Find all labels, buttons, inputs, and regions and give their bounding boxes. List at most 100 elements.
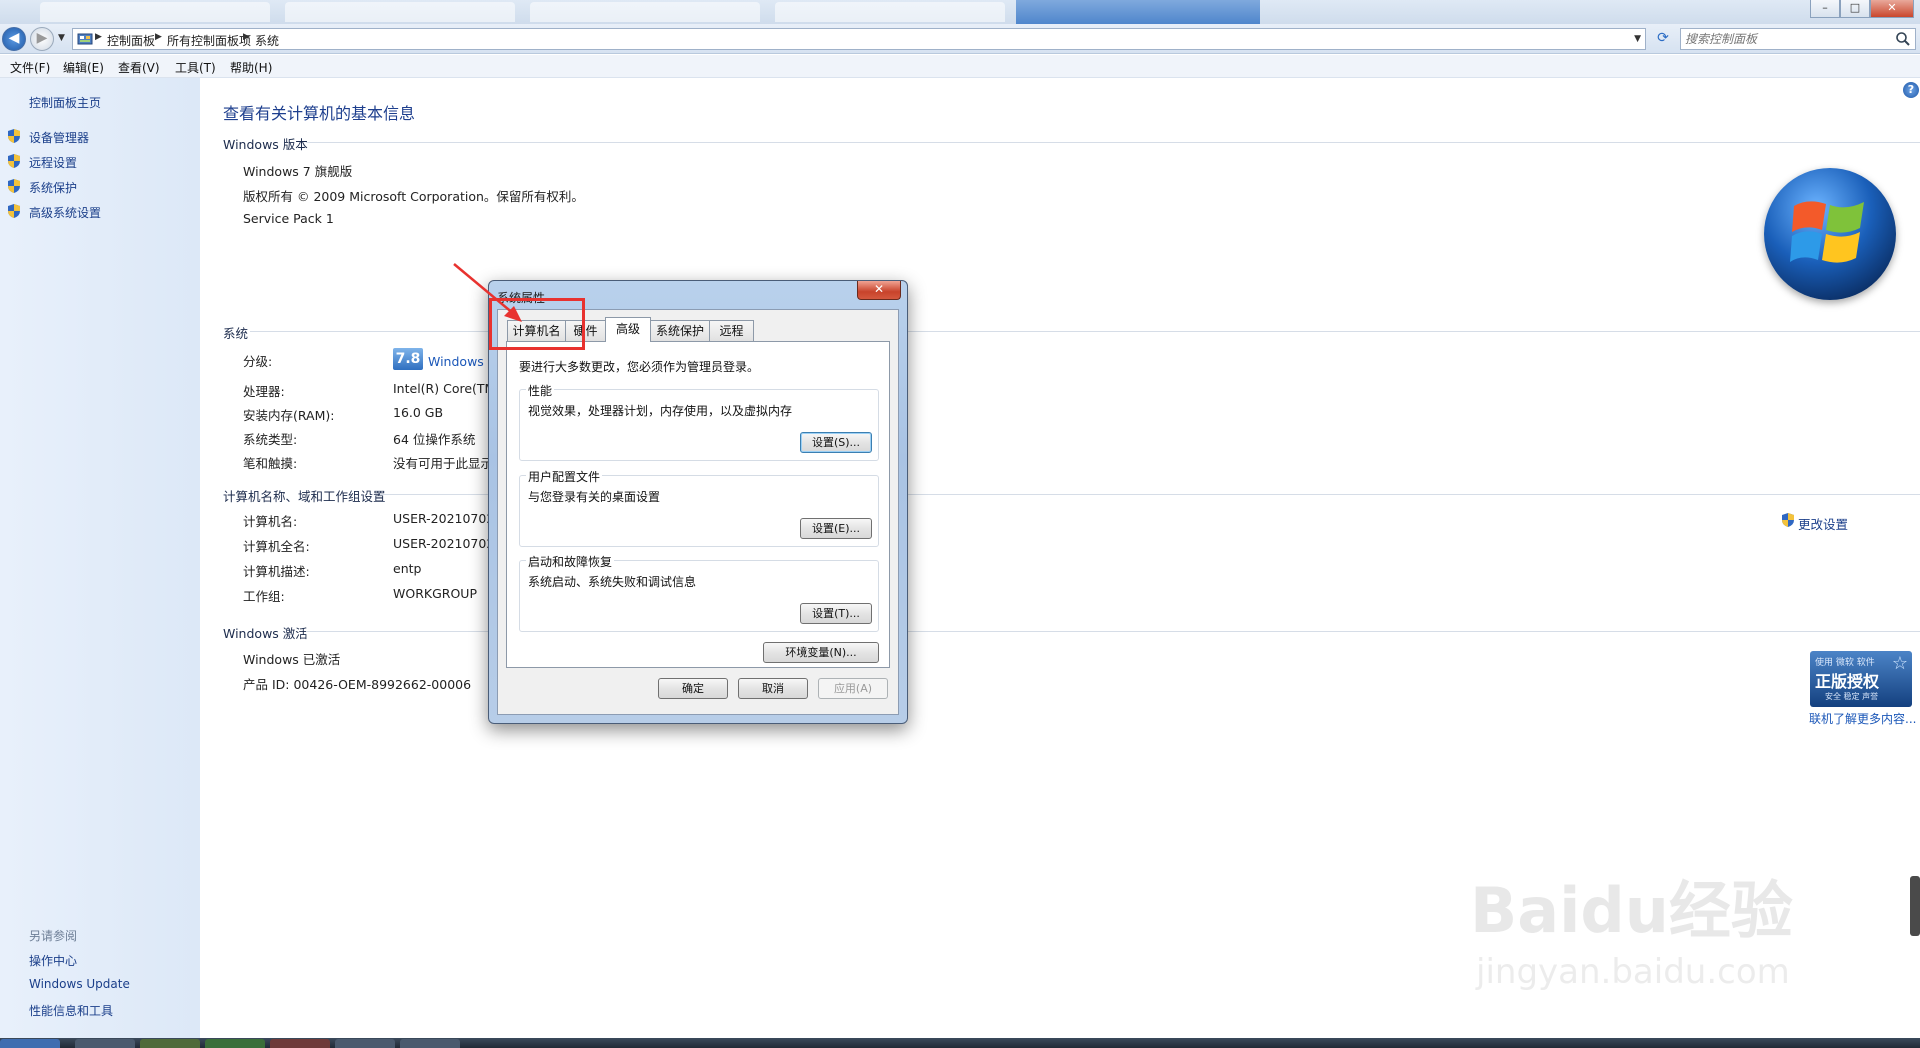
back-button[interactable]: ◀ (2, 27, 26, 51)
group-description: 系统启动、系统失败和调试信息 (528, 575, 697, 589)
menu-edit[interactable]: 编辑(E) (63, 59, 104, 76)
help-icon[interactable]: ? (1903, 82, 1919, 98)
cancel-button[interactable]: 取消 (738, 678, 808, 699)
full-name-value: USER-20210702I (393, 536, 498, 551)
address-dropdown-icon[interactable]: ▼ (1634, 34, 1641, 44)
performance-settings-button[interactable]: 设置(S)... (800, 432, 872, 453)
background-tab[interactable] (775, 2, 1005, 22)
tab-system-protection[interactable]: 系统保护 (650, 320, 710, 341)
pen-touch-label: 笔和触摸: (243, 456, 298, 471)
learn-more-link[interactable]: 联机了解更多内容... (1809, 710, 1916, 727)
start-button[interactable] (0, 1039, 60, 1048)
group-description: 与您登录有关的桌面设置 (528, 490, 661, 504)
computer-name-value: USER-20210702I (393, 511, 498, 526)
star-icon: ☆ (1891, 653, 1908, 674)
activation-status: Windows 已激活 (243, 652, 341, 667)
taskbar-item[interactable] (140, 1039, 200, 1048)
genuine-badge-sub: 安全 稳定 声誉 (1825, 692, 1879, 701)
apply-button[interactable]: 应用(A) (818, 678, 888, 699)
background-tab[interactable] (40, 2, 270, 22)
address-bar: ◀ ▶ ▼ ▶ 控制面板 ▶ 所有控制面板项 ▶ 系统 ▼ ⟳ (0, 24, 1920, 54)
chevron-right-icon[interactable]: ▶ (155, 32, 162, 42)
arrow-left-icon: ◀ (8, 30, 20, 46)
startup-recovery-settings-button[interactable]: 设置(T)... (800, 603, 872, 624)
taskbar-item[interactable] (205, 1039, 265, 1048)
forward-button[interactable]: ▶ (30, 27, 54, 51)
divider (306, 142, 1920, 143)
ok-button[interactable]: 确定 (658, 678, 728, 699)
left-navigation-pane: 控制面板主页 设备管理器 远程设置 系统保护 高级系统设置 另请参阅 操作中心 … (0, 78, 200, 1038)
sidebar-item-device-manager[interactable]: 设备管理器 (29, 129, 89, 146)
experience-index-badge[interactable]: 7.8 (393, 348, 423, 370)
refresh-button[interactable]: ⟳ (1652, 28, 1674, 50)
arrow-right-icon: ▶ (36, 30, 48, 46)
environment-variables-button[interactable]: 环境变量(N)... (763, 642, 879, 663)
sidebar-item-control-panel-home[interactable]: 控制面板主页 (29, 94, 101, 111)
user-profiles-group: 用户配置文件 与您登录有关的桌面设置 设置(E)... (519, 468, 879, 547)
close-button[interactable]: ✕ (1870, 0, 1914, 18)
genuine-badge-main: 正版授权 (1815, 672, 1880, 691)
chevron-right-icon[interactable]: ▶ (95, 32, 102, 42)
browser-tabstrip: – □ ✕ (0, 0, 1920, 24)
breadcrumb-all-items[interactable]: 所有控制面板项 (167, 32, 251, 49)
tab-advanced[interactable]: 高级 (605, 317, 651, 342)
menu-help[interactable]: 帮助(H) (230, 59, 272, 76)
annotation-arrow-icon (453, 263, 522, 322)
menu-file[interactable]: 文件(F) (10, 59, 50, 76)
workgroup-value: WORKGROUP (393, 586, 477, 601)
windows-flag-icon (1790, 201, 1864, 263)
menu-tools[interactable]: 工具(T) (175, 59, 216, 76)
dialog-close-button[interactable]: ✕ (857, 281, 901, 300)
taskbar-item[interactable] (75, 1039, 135, 1048)
scrollbar-thumb[interactable] (1910, 876, 1920, 936)
computer-name-label: 计算机名: (243, 514, 298, 529)
performance-group: 性能 视觉效果，处理器计划，内存使用，以及虚拟内存 设置(S)... (519, 382, 879, 461)
breadcrumb[interactable]: ▶ 控制面板 ▶ 所有控制面板项 ▶ 系统 ▼ (72, 28, 1646, 50)
menu-view[interactable]: 查看(V) (118, 59, 160, 76)
refresh-icon: ⟳ (1657, 30, 1669, 46)
taskbar-item[interactable] (400, 1039, 460, 1048)
breadcrumb-system[interactable]: 系统 (255, 32, 279, 49)
see-also-performance-tools[interactable]: 性能信息和工具 (29, 1002, 113, 1019)
service-pack: Service Pack 1 (243, 211, 334, 226)
rating-label: 分级: (243, 354, 273, 369)
search-box (1680, 28, 1916, 50)
shield-icon (8, 179, 20, 193)
close-icon: ✕ (873, 282, 885, 296)
pen-touch-value: 没有可用于此显示 (393, 456, 494, 471)
tab-remote[interactable]: 远程 (709, 320, 754, 341)
sidebar-item-remote-settings[interactable]: 远程设置 (29, 154, 77, 171)
user-profiles-settings-button[interactable]: 设置(E)... (800, 518, 872, 539)
recent-pages-dropdown-icon[interactable]: ▼ (58, 33, 65, 43)
sidebar-item-advanced-settings[interactable]: 高级系统设置 (29, 204, 101, 221)
change-settings-link[interactable]: 更改设置 (1798, 514, 1848, 533)
see-also-windows-update[interactable]: Windows Update (29, 977, 130, 991)
system-type-label: 系统类型: (243, 432, 298, 447)
taskbar-item[interactable] (335, 1039, 395, 1048)
page-title: 查看有关计算机的基本信息 (223, 104, 416, 123)
minimize-button[interactable]: – (1810, 0, 1840, 18)
taskbar-item[interactable] (270, 1039, 330, 1048)
background-tab[interactable] (530, 2, 760, 22)
ram-value: 16.0 GB (393, 405, 444, 420)
description-label: 计算机描述: (243, 564, 310, 579)
search-input[interactable] (1685, 31, 1885, 47)
background-tab[interactable] (285, 2, 515, 22)
processor-label: 处理器: (243, 384, 285, 399)
breadcrumb-control-panel[interactable]: 控制面板 (107, 32, 155, 49)
maximize-button[interactable]: □ (1840, 0, 1870, 18)
shield-icon (8, 129, 20, 143)
group-title: 性能 (526, 382, 555, 399)
group-description: 视觉效果，处理器计划，内存使用，以及虚拟内存 (528, 404, 793, 418)
search-icon[interactable] (1895, 31, 1911, 47)
shield-icon (8, 204, 20, 218)
baidu-watermark: Baidu经验 jingyan.baidu.com (1470, 840, 1820, 1000)
windows-logo (1764, 168, 1896, 300)
chevron-right-icon[interactable]: ▶ (243, 32, 250, 42)
processor-value: Intel(R) Core(TM (393, 381, 496, 396)
genuine-software-badge[interactable]: 使用 微软 软件 正版授权 安全 稳定 声誉 ☆ (1810, 651, 1912, 707)
see-also-action-center[interactable]: 操作中心 (29, 952, 77, 969)
active-background-tab[interactable] (1016, 0, 1260, 24)
advanced-tab-panel: 要进行大多数更改，您必须作为管理员登录。 性能 视觉效果，处理器计划，内存使用，… (506, 341, 890, 668)
sidebar-item-system-protection[interactable]: 系统保护 (29, 179, 77, 196)
